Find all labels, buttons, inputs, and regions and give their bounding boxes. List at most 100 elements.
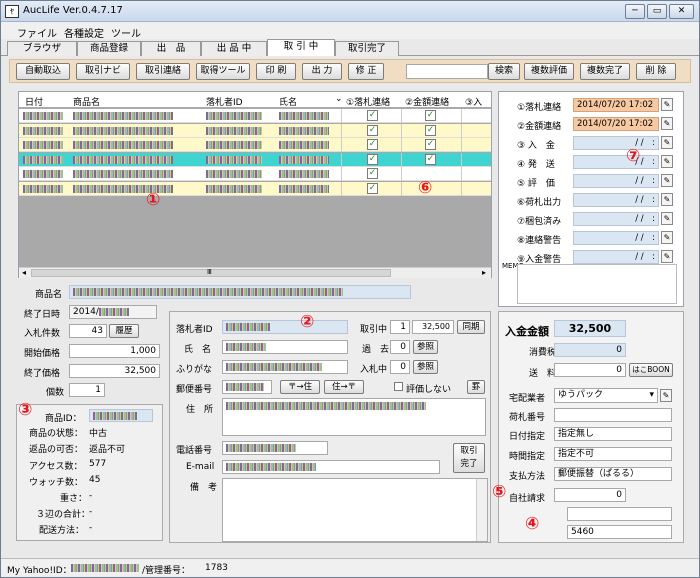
search-input[interactable]: [406, 64, 488, 79]
extra-input-2[interactable]: 5460: [567, 525, 672, 539]
extra-input-1[interactable]: [567, 507, 672, 521]
auto-import-button[interactable]: 自動取込: [16, 63, 70, 80]
menu-settings[interactable]: 各種設定: [64, 25, 104, 40]
status-date[interactable]: / / :: [573, 155, 659, 169]
edit-pencil-icon[interactable]: ✎: [661, 231, 673, 244]
deal-navi-button[interactable]: 取引ナビ: [76, 63, 130, 80]
shipping-input[interactable]: 0: [554, 363, 626, 377]
edit-pencil-icon[interactable]: ✎: [661, 98, 673, 111]
buyer-name-input[interactable]: [222, 340, 348, 354]
contact-checkbox[interactable]: ✓: [367, 139, 378, 150]
scroll-right-icon[interactable]: ▸: [482, 268, 486, 277]
tab-listed[interactable]: 出 品 中: [201, 41, 267, 56]
multi-eval-button[interactable]: 複数評価: [524, 63, 574, 80]
tab-register[interactable]: 商品登録: [77, 41, 141, 56]
pay-method-input[interactable]: 郵便振替（ぱるる）: [554, 467, 672, 481]
table-row[interactable]: ✓ ✓: [19, 152, 491, 167]
edit-pencil-icon[interactable]: ✎: [661, 136, 673, 149]
hakoboon-button[interactable]: はこBOON: [629, 363, 673, 377]
ship-label: 配送方法：: [39, 526, 85, 536]
deal-contact-button[interactable]: 取引連絡: [136, 63, 190, 80]
sync-button[interactable]: 同期: [457, 320, 485, 334]
tab-dealing[interactable]: 取 引 中: [267, 39, 335, 56]
output-button[interactable]: 出 力: [302, 63, 342, 80]
contact-checkbox[interactable]: ✓: [425, 153, 436, 165]
past-count: 0: [390, 340, 410, 354]
status-date[interactable]: / / :: [573, 231, 659, 245]
contact-checkbox[interactable]: ✓: [367, 153, 378, 165]
status-date[interactable]: / / :: [573, 193, 659, 207]
history-button[interactable]: 履歴: [109, 324, 139, 338]
col-name[interactable]: 氏名: [279, 95, 297, 108]
col-item-name[interactable]: 商品名: [73, 95, 100, 108]
contact-checkbox[interactable]: ✓: [367, 168, 378, 179]
horizontal-scrollbar[interactable]: ◂ Ⅲ ▸: [19, 267, 491, 278]
tracking-input[interactable]: [554, 408, 672, 422]
status-date[interactable]: 2014/07/20 17:02: [573, 98, 659, 112]
menu-tools[interactable]: ツール: [111, 25, 141, 40]
kana-input[interactable]: [222, 360, 348, 374]
col-payment[interactable]: ③入: [465, 95, 482, 108]
note-scrollbar[interactable]: [476, 479, 487, 541]
close-button[interactable]: ✕: [669, 4, 694, 19]
status-date[interactable]: 2014/07/20 17:02: [573, 117, 659, 131]
contact-checkbox[interactable]: ✓: [367, 124, 378, 136]
maximize-button[interactable]: ▭: [647, 4, 667, 19]
col-date[interactable]: 日付: [25, 95, 43, 108]
memo-input[interactable]: [517, 264, 677, 304]
no-eval-checkbox[interactable]: [394, 382, 403, 391]
contact-checkbox[interactable]: ✓: [425, 110, 436, 121]
fetch-tool-button[interactable]: 取得ツール: [196, 63, 250, 80]
address-input[interactable]: [222, 398, 486, 436]
contact-checkbox[interactable]: ✓: [367, 182, 378, 194]
edit-pencil-icon[interactable]: ✎: [661, 117, 673, 130]
edit-pencil-icon[interactable]: ✎: [661, 174, 673, 187]
search-button[interactable]: 検索: [488, 63, 520, 80]
status-date[interactable]: / / :: [573, 174, 659, 188]
tab-completed[interactable]: 取引完了: [335, 41, 399, 56]
table-row[interactable]: ✓ ✓: [19, 109, 491, 123]
bidding-ref-button[interactable]: 参照: [413, 360, 438, 374]
tab-browser[interactable]: ブラウザ: [7, 41, 77, 56]
time-spec-input[interactable]: 指定不可: [554, 447, 672, 461]
status-date[interactable]: / / :: [573, 250, 659, 264]
edit-pencil-icon[interactable]: ✎: [661, 155, 673, 168]
edit-pencil-icon[interactable]: ✎: [661, 212, 673, 225]
col-bidder-id[interactable]: 落札者ID: [206, 95, 243, 108]
print-button[interactable]: 印 刷: [256, 63, 296, 80]
contact-checkbox[interactable]: ✓: [425, 139, 436, 150]
own-billing-input[interactable]: 0: [554, 488, 626, 502]
app-window: ﾔ AucLife Ver.0.4.7.17 ─ ▭ ✕ ファイル 各種設定 ツ…: [0, 0, 700, 578]
annotation-1: ①: [146, 190, 161, 210]
past-ref-button[interactable]: 参照: [413, 340, 438, 354]
contact-checkbox[interactable]: ✓: [425, 124, 436, 136]
carrier-select[interactable]: ゆうパック ▾: [554, 388, 658, 403]
multi-complete-button[interactable]: 複数完了: [580, 63, 630, 80]
minimize-button[interactable]: ─: [625, 4, 645, 19]
table-row[interactable]: ✓ ✓: [19, 138, 491, 152]
date-spec-input[interactable]: 指定無し: [554, 427, 672, 441]
zip-input[interactable]: [222, 380, 272, 394]
edit-pencil-icon[interactable]: ✎: [661, 250, 673, 263]
note-input[interactable]: [222, 478, 488, 542]
scroll-left-icon[interactable]: ◂: [22, 268, 26, 277]
status-date[interactable]: / / :: [573, 212, 659, 226]
email-input[interactable]: [222, 460, 440, 474]
edit-button[interactable]: 修 正: [348, 63, 384, 80]
contact-checkbox[interactable]: ✓: [367, 110, 378, 121]
delete-button[interactable]: 削 除: [636, 63, 676, 80]
zip-to-address-button[interactable]: 〒→住: [280, 380, 320, 394]
edit-pencil-icon[interactable]: ✎: [660, 389, 672, 402]
table-row[interactable]: ✓ ✓: [19, 123, 491, 138]
deal-complete-button[interactable]: 取引 完了: [453, 443, 485, 473]
tel-input[interactable]: [222, 441, 328, 455]
col-win-contact[interactable]: ①落札連絡: [346, 95, 390, 108]
menu-file[interactable]: ファイル: [17, 25, 57, 40]
dealing-count: 1: [390, 320, 410, 334]
address-to-zip-button[interactable]: 住→〒: [324, 380, 364, 394]
rule-button[interactable]: 罫: [467, 380, 485, 394]
tab-listing[interactable]: 出 品: [141, 41, 201, 56]
edit-pencil-icon[interactable]: ✎: [661, 193, 673, 206]
status-date[interactable]: / / :: [573, 136, 659, 150]
col-amount-contact[interactable]: ②金額連絡: [405, 95, 449, 108]
